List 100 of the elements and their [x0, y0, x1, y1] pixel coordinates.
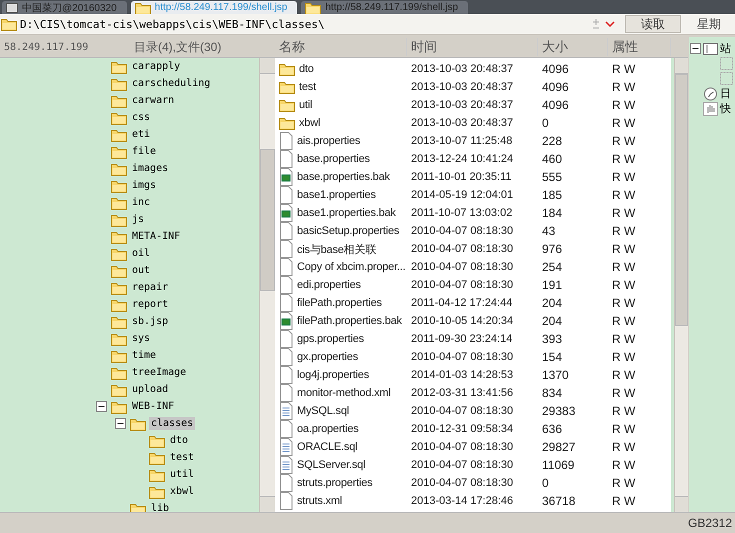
tree-item[interactable]: carapply — [130, 60, 182, 73]
tree-item[interactable]: repair — [130, 281, 170, 294]
tree-item[interactable]: js — [130, 213, 146, 226]
file-name[interactable]: filePath.properties.bak — [297, 315, 402, 327]
table-cell-text: 43 — [541, 224, 556, 238]
folder-icon — [130, 502, 146, 512]
table-cell-text: 254 — [541, 260, 564, 274]
folder-icon — [305, 0, 322, 14]
folder-icon — [111, 366, 127, 380]
read-button[interactable]: 读取 — [625, 15, 681, 33]
table-cell-text: 0 — [541, 116, 550, 130]
tree-item[interactable]: carwarn — [130, 94, 176, 107]
tree-item[interactable]: carscheduling — [130, 77, 212, 90]
table-cell-text: 393 — [541, 332, 564, 346]
file-name[interactable]: base1.properties — [297, 189, 376, 201]
collapse-icon[interactable] — [690, 43, 701, 54]
text-file-icon — [279, 456, 293, 474]
file-name[interactable]: gps.properties — [297, 333, 364, 345]
file-name[interactable]: log4j.properties — [297, 369, 370, 381]
tree-item[interactable]: css — [130, 111, 152, 124]
tree-item[interactable]: 快 — [720, 101, 731, 116]
folder-icon — [130, 416, 146, 430]
file-name[interactable]: edi.properties — [297, 279, 361, 291]
tree-item[interactable]: out — [130, 264, 152, 277]
tree-item[interactable]: report — [130, 298, 170, 311]
tree-item[interactable]: oil — [130, 247, 152, 260]
folder-icon — [111, 76, 127, 90]
file-name[interactable]: ORACLE.sql — [297, 441, 358, 453]
file-name[interactable]: struts.xml — [297, 495, 342, 507]
table-cell-text: R W — [611, 296, 636, 310]
column-header[interactable]: 属性 — [608, 38, 671, 56]
tree-item[interactable]: 站 — [720, 41, 731, 56]
table-cell-text: 2013-10-07 11:25:48 — [410, 135, 514, 147]
file-name[interactable]: dto — [299, 63, 314, 75]
tree-item[interactable]: imgs — [130, 179, 158, 192]
tree-item[interactable]: lib — [149, 502, 172, 512]
file-name[interactable]: base1.properties.bak — [297, 207, 396, 219]
folder-icon — [111, 128, 127, 142]
encoding-label: GB2312 — [688, 516, 734, 530]
file-name[interactable]: gx.properties — [297, 351, 358, 363]
table-cell-text: R W — [611, 224, 636, 238]
file-name[interactable]: monitor-method.xml — [297, 387, 391, 399]
file-name[interactable]: ais.properties — [297, 135, 360, 147]
file-name[interactable]: util — [299, 99, 312, 111]
tree-item[interactable]: sb.jsp — [130, 315, 170, 328]
tree-item[interactable]: classes — [149, 417, 196, 430]
table-cell-text: 184 — [541, 206, 564, 220]
file-name[interactable]: oa.properties — [297, 423, 359, 435]
file-name[interactable]: test — [299, 81, 316, 93]
table-cell-text: 2013-03-14 17:28:46 — [410, 495, 514, 507]
table-cell-text: 2014-01-03 14:28:53 — [410, 369, 514, 381]
tree-item[interactable]: images — [130, 162, 170, 175]
file-name[interactable]: SQLServer.sql — [297, 459, 366, 471]
plus-minus-icon — [591, 19, 601, 29]
table-cell-text: 4096 — [541, 80, 570, 94]
tree-item[interactable]: xbwl — [168, 485, 196, 498]
column-header[interactable]: 大小 — [538, 38, 608, 56]
column-header[interactable]: 时间 — [407, 38, 538, 56]
folder-icon — [111, 212, 127, 226]
file-name[interactable]: cis与base相关联 — [297, 242, 376, 256]
file-icon — [279, 186, 293, 204]
file-name[interactable]: xbwl — [299, 117, 320, 129]
file-name[interactable]: basicSetup.properties — [297, 225, 400, 237]
table-cell-text: 228 — [541, 134, 564, 148]
file-name[interactable]: base.properties.bak — [297, 171, 390, 183]
folder-icon — [279, 62, 295, 76]
table-cell-text: R W — [611, 206, 636, 220]
tree-item[interactable]: META-INF — [130, 230, 182, 243]
tree-item[interactable]: eti — [130, 128, 152, 141]
tree-item[interactable]: upload — [130, 383, 170, 396]
tree-item[interactable]: WEB-INF — [130, 400, 176, 413]
file-name[interactable]: struts.properties — [297, 477, 372, 489]
file-name[interactable]: filePath.properties — [297, 297, 382, 309]
tree-item[interactable]: treeImage — [130, 366, 188, 379]
scrollbar[interactable] — [674, 58, 688, 512]
table-cell-text: 2013-10-03 20:48:37 — [410, 117, 514, 129]
tree-item[interactable]: util — [168, 468, 196, 481]
weekday-label: 星期 — [696, 16, 722, 32]
tree-item[interactable]: 日 — [720, 86, 731, 101]
collapse-icon[interactable] — [115, 418, 126, 429]
path-field[interactable]: D:\CIS\tomcat-cis\webapps\cis\WEB-INF\classes\ — [0, 15, 587, 33]
tree-item[interactable]: time — [130, 349, 158, 362]
tree-item[interactable]: inc — [130, 196, 152, 209]
file-name[interactable]: MySQL.sql — [297, 405, 349, 417]
file-name[interactable]: Copy of xbcim.proper... — [297, 261, 406, 273]
table-cell-text: R W — [611, 314, 636, 328]
file-name[interactable]: base.properties — [297, 153, 370, 165]
table-cell-text: 2010-04-07 08:18:30 — [410, 261, 514, 273]
tree-item[interactable]: dto — [168, 434, 190, 447]
tree-item[interactable]: file — [130, 145, 158, 158]
table-cell-text: 555 — [541, 170, 564, 184]
file-icon — [279, 240, 293, 258]
host-address: 58.249.117.199 — [3, 42, 90, 52]
column-header[interactable]: 名称 — [275, 38, 407, 56]
collapse-icon[interactable] — [96, 401, 107, 412]
folder-icon — [149, 450, 165, 464]
table-cell-text: 191 — [541, 278, 564, 292]
tree-item[interactable]: sys — [130, 332, 152, 345]
tree-item[interactable]: test — [168, 451, 196, 464]
scrollbar[interactable] — [259, 58, 275, 512]
